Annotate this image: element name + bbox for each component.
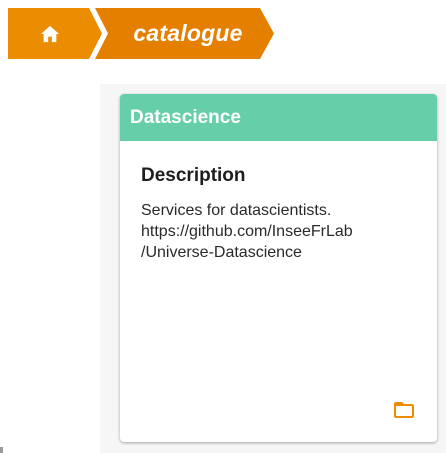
catalogue-card: Datascience Description Services for dat… bbox=[120, 94, 437, 442]
folder-icon bbox=[392, 398, 416, 422]
breadcrumb-home-link[interactable] bbox=[8, 8, 92, 59]
description-line: /Universe-Datascience bbox=[141, 244, 302, 261]
breadcrumb: catalogue bbox=[8, 8, 274, 59]
card-title[interactable]: Datascience bbox=[120, 94, 437, 141]
description-line: Services for datascientists. bbox=[141, 202, 332, 219]
home-icon bbox=[39, 24, 61, 44]
card-body: Description Services for datascientists.… bbox=[120, 141, 437, 263]
breadcrumb-current-catalogue[interactable]: catalogue bbox=[116, 8, 260, 59]
description-heading: Description bbox=[141, 165, 246, 186]
open-folder-button[interactable] bbox=[392, 398, 416, 422]
edge-marker bbox=[0, 447, 3, 453]
page: catalogue Datascience Description Servic… bbox=[0, 0, 446, 453]
description-line: https://github.com/InseeFrLab bbox=[141, 223, 353, 240]
description-text: Services for datascientists. https://git… bbox=[141, 200, 416, 263]
